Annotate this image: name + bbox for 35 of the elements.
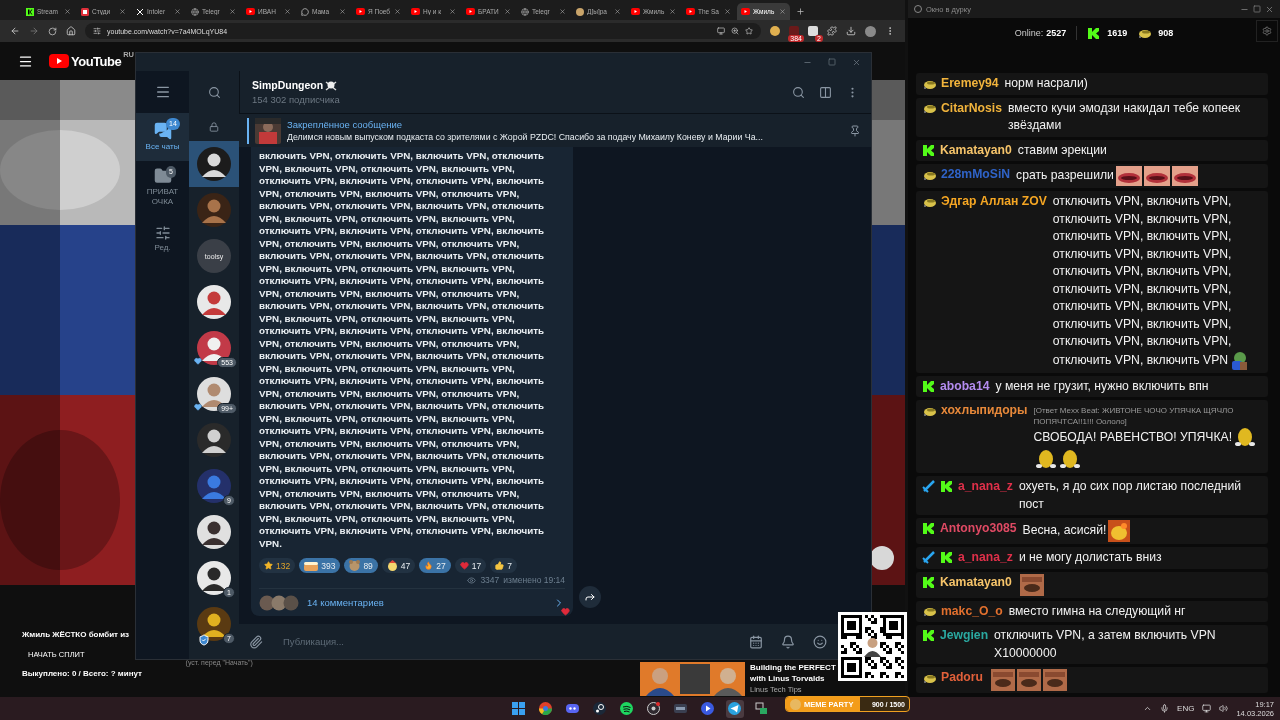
username[interactable]: Kamatayan0	[940, 141, 1012, 159]
purchased-text: Выкуплено: 0 / Всего: ? минут	[22, 669, 142, 678]
message-text: отключить VPN, а затем включить VPN X10000000	[994, 628, 1216, 660]
online-count: 2527	[1046, 28, 1067, 38]
username[interactable]: Jewgien	[940, 627, 989, 645]
message-text: Весна, асисяй!	[1022, 523, 1107, 538]
username[interactable]: CitarNosis	[941, 99, 1002, 117]
username[interactable]: Padoru	[941, 669, 983, 687]
message-text: и не могу долистать вниз	[1018, 550, 1162, 564]
kick-count: 1619	[1107, 28, 1128, 38]
comments-link[interactable]: 14 комментариев	[307, 597, 547, 608]
stream-title: Жмиль ЖЁСТКО бомбит из	[22, 630, 130, 639]
username[interactable]: a_nana_z	[958, 549, 1013, 567]
username[interactable]: aboba14	[940, 377, 990, 395]
viewer-count: 908	[1158, 28, 1174, 38]
message-text: у меня не грузит, нужно включить впн	[995, 378, 1209, 393]
username[interactable]: makc_O_o	[941, 602, 1003, 620]
username[interactable]: a_nana_z	[958, 478, 1013, 496]
username[interactable]: Kamatayan0	[940, 573, 1012, 591]
language-indicator[interactable]: ENG	[1177, 704, 1195, 713]
username[interactable]: Antonyo3085	[940, 520, 1017, 538]
message-text: вместо кучи эмодзи накидал тебе копеек звёздами	[1007, 100, 1241, 132]
reply-quote: [Ответ Mexx Beat: ЖИВТОНЕ ЧОЧО УПЯЧКА ЩЯЧЛО ПОПЯЧТСА!!1!!! Оололо]	[1033, 405, 1235, 427]
username[interactable]: Эдгар Аллан ZOV	[941, 193, 1047, 211]
username[interactable]: Eremey94	[941, 75, 999, 93]
message-text: отключить VPN, включить VPN, отключить VPN, включить VPN, отключить VPN, включить VPN, отключить VPN, включить VPN, отключить VPN, включить VPN, отключить VPN, включить VPN, отключить VPN, включить VPN, отключить VPN, включить VPN, отключить VPN, включить VPN, отключить VPN, включить VPN	[1052, 194, 1232, 367]
message-text: ставим эрекции	[1017, 142, 1107, 157]
message-text: срать разрешили	[1016, 168, 1114, 183]
message-text: охуеть, я до сих пор листаю последний пост	[1018, 479, 1242, 511]
username[interactable]: хохлыпидоры	[941, 402, 1028, 420]
message-text: норм насрали)	[1004, 76, 1088, 90]
message-text: СВОБОДА! РАВЕНСТВО! УПЯЧКА!	[1033, 430, 1233, 445]
message-text: вместо гимна на следующий нг	[1008, 603, 1186, 618]
online-label: Online:	[1014, 28, 1044, 38]
video-title[interactable]: Building the PERFECT with Linus Torvalds	[750, 662, 842, 684]
